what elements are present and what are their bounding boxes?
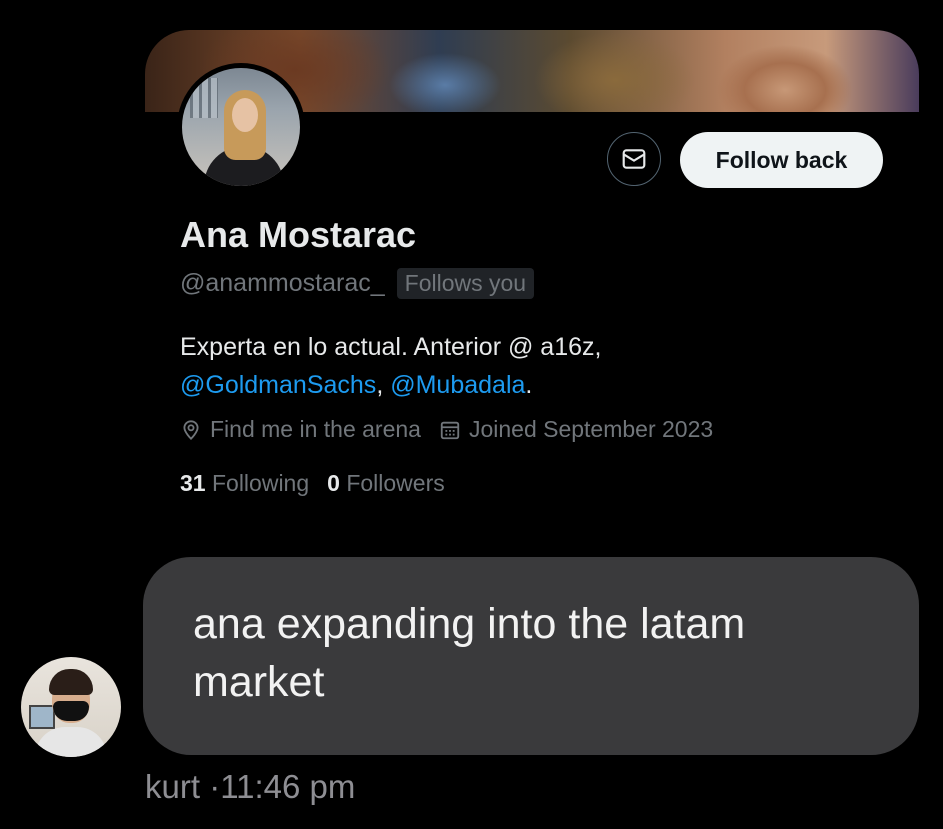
profile-meta-row: Find me in the arena Joined September 20…	[180, 416, 731, 443]
location-pin-icon	[183, 419, 199, 440]
follow-back-button[interactable]: Follow back	[680, 132, 883, 188]
message-time: 11:46 pm	[220, 768, 356, 805]
followers-label: Followers	[346, 470, 445, 496]
following-count: 31	[180, 470, 206, 496]
profile-bio: Experta en lo actual. Anterior @ a16z, @…	[180, 328, 740, 404]
sender-name: kurt	[145, 768, 201, 805]
bio-end: .	[525, 371, 533, 399]
joined-text: Joined September 2023	[468, 416, 714, 442]
bio-text: Experta en lo actual. Anterior @ a16z,	[180, 333, 602, 361]
following-label: Following	[211, 470, 310, 496]
bio-mention-mubadala[interactable]: @Mubadala	[390, 371, 525, 399]
follows-you-badge: Follows you	[396, 268, 535, 299]
profile-handle: @anammostarac_	[180, 269, 385, 297]
joined-item: Joined September 2023	[439, 416, 713, 443]
message-bubble[interactable]: ana expanding into the latam market	[143, 557, 919, 755]
location-item: Find me in the arena	[180, 416, 421, 443]
followers-stat[interactable]: 0 Followers	[327, 470, 445, 497]
followers-count: 0	[327, 470, 340, 496]
footer-separator: ·	[209, 768, 221, 805]
message-button[interactable]	[607, 132, 661, 186]
bio-separator: ,	[376, 371, 391, 399]
message-icon	[622, 149, 646, 169]
sender-avatar[interactable]	[21, 657, 121, 757]
calendar-icon	[440, 421, 460, 439]
profile-name: Ana Mostarac	[180, 214, 417, 255]
following-stat[interactable]: 31 Following	[180, 470, 309, 497]
message-text: ana expanding into the latam market	[193, 600, 746, 706]
location-text: Find me in the arena	[210, 416, 421, 442]
profile-avatar[interactable]	[177, 63, 305, 191]
bio-mention-goldmansachs[interactable]: @GoldmanSachs	[180, 371, 376, 399]
embedded-profile-card[interactable]: Follow back Ana Mostarac @anammostarac_ …	[143, 0, 923, 540]
message-footer: kurt ·11:46 pm	[145, 768, 355, 806]
profile-stats: 31 Following 0 Followers	[180, 470, 463, 497]
handle-row: @anammostarac_ Follows you	[180, 268, 535, 299]
